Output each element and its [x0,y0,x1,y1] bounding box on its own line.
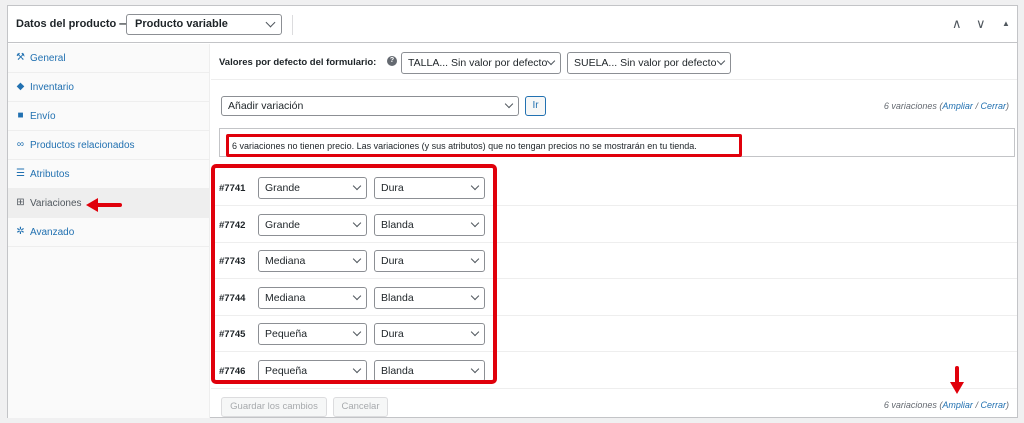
sidebar-item-inventario[interactable]: ◆ Inventario [8,73,210,102]
product-type-select[interactable]: Producto variable [126,14,282,35]
link-icon: ∞ [16,139,25,150]
sidebar-item-label: Avanzado [30,227,75,238]
sidebar-item-label: Atributos [30,169,70,180]
variations-count-text: 6 variaciones [883,400,937,410]
paren-close: ) [1006,400,1009,410]
sidebar-item-label: Productos relacionados [30,140,135,151]
sidebar-item-label: General [30,53,66,64]
variations-count-text: 6 variaciones [883,101,937,111]
sidebar-item-label: Variaciones [30,198,82,209]
sidebar-item-productos-relacionados[interactable]: ∞ Productos relacionados [8,131,210,160]
sidebar-item-avanzado[interactable]: ✲ Avanzado [8,218,210,247]
sidebar-item-general[interactable]: ⚒ General [8,44,210,73]
link-separator: / [975,400,978,410]
notice-highlight-box [226,134,742,157]
sidebar-item-atributos[interactable]: ☰ Atributos [8,160,210,189]
default-suela-value: SUELA... Sin valor por defecto [574,57,717,69]
sidebar-item-label: Envío [30,111,56,122]
expand-link[interactable]: Ampliar [942,400,973,410]
add-variation-select[interactable]: Añadir variación [221,96,519,116]
gear-icon: ✲ [16,226,25,237]
go-button[interactable]: Ir [525,96,546,116]
toggle-panel-icon[interactable]: ▲ [1002,19,1010,28]
close-link[interactable]: Cerrar [980,101,1006,111]
link-separator: / [975,101,978,111]
save-changes-button[interactable]: Guardar los cambios [221,397,327,417]
add-variation-row: Añadir variación Ir 6 variaciones (Ampli… [211,81,1017,125]
red-arrow-down-icon [950,366,964,394]
variations-count-bottom: 6 variaciones (Ampliar / Cerrar) [884,400,1009,410]
red-arrow-left-icon [86,198,122,212]
grid-icon: ⊞ [16,197,25,208]
panel-header: Datos del producto — Producto variable ∧… [8,6,1017,43]
move-up-icon[interactable]: ∧ [952,16,962,32]
add-variation-value: Añadir variación [228,100,304,112]
panel-title: Datos del producto — [16,18,131,30]
default-suela-select[interactable]: SUELA... Sin valor por defecto [567,52,731,74]
sidebar-item-envío[interactable]: ■ Envío [8,102,210,131]
expand-link[interactable]: Ampliar [942,101,973,111]
default-talla-select[interactable]: TALLA... Sin valor por defecto [401,52,561,74]
chevron-down-icon [265,17,276,28]
variations-highlight-box [211,164,497,384]
list-icon: ☰ [16,168,25,179]
chevron-down-icon [504,99,514,109]
default-talla-value: TALLA... Sin valor por defecto [408,57,548,69]
wrench-icon: ⚒ [16,52,25,63]
close-link[interactable]: Cerrar [980,400,1006,410]
product-type-value: Producto variable [135,18,228,30]
sidebar-item-label: Inventario [30,82,74,93]
product-data-panel: Datos del producto — Producto variable ∧… [7,5,1018,418]
default-values-row: Valores por defecto del formulario: ? TA… [211,44,1017,80]
chevron-down-icon [546,56,556,66]
variations-count-top: 6 variaciones (Ampliar / Cerrar) [884,101,1009,111]
product-data-tabs: ⚒ General ◆ Inventario ■ Envío ∞ Productos rela… [8,44,210,418]
move-down-icon[interactable]: ∨ [976,16,986,32]
default-values-label: Valores por defecto del formulario: [219,57,377,68]
help-icon[interactable]: ? [387,56,397,66]
tag-icon: ◆ [16,81,25,92]
cancel-button[interactable]: Cancelar [333,397,388,417]
header-divider [292,15,293,35]
truck-icon: ■ [17,110,24,121]
paren-close: ) [1006,101,1009,111]
chevron-down-icon [716,56,726,66]
